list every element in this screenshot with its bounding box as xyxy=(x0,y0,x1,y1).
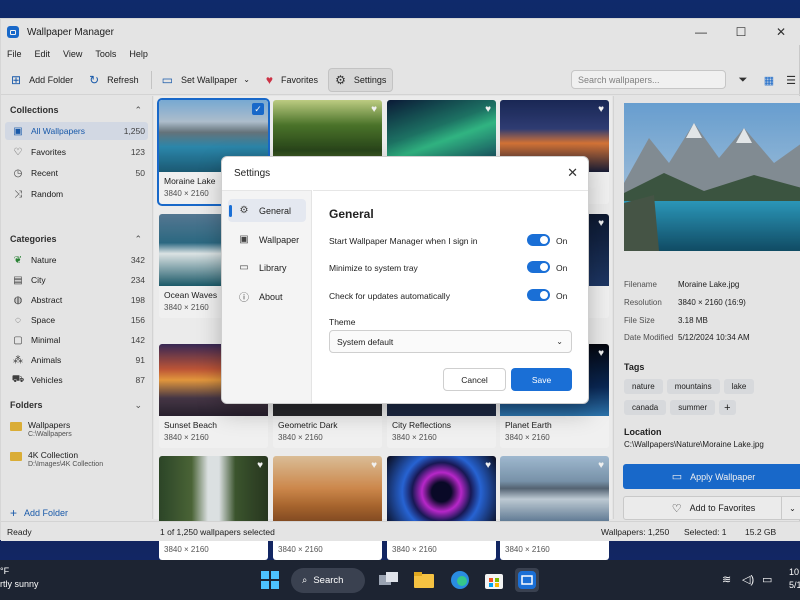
settings-nav: ⚙ General ▣ Wallpaper ▭ Library ⓘ About xyxy=(222,190,312,403)
settings-content: General Start Wallpaper Manager when I s… xyxy=(313,190,588,403)
settings-heading: General xyxy=(329,207,374,221)
wallpaper-resolution: 3840 × 2160 xyxy=(278,545,323,554)
battery-icon[interactable]: ▭ xyxy=(762,573,772,586)
edge-browser-icon[interactable] xyxy=(448,568,472,592)
wifi-icon[interactable]: ≋ xyxy=(722,573,731,586)
option-minimize-to-tray-label: Minimize to system tray xyxy=(329,263,418,273)
wallpaper-resolution: 3840 × 2160 xyxy=(505,545,550,554)
option-minimize-to-tray-toggle[interactable] xyxy=(527,261,550,273)
nav-item-label: Library xyxy=(259,262,287,273)
weather-widget[interactable]: °F rtly sunny xyxy=(0,565,39,591)
dialog-title: Settings xyxy=(234,168,271,179)
toggle-state: On xyxy=(556,263,568,273)
info-icon: ⓘ xyxy=(239,293,249,304)
search-icon: ⌕ xyxy=(302,575,308,586)
start-button[interactable] xyxy=(258,568,282,592)
nav-item-label: General xyxy=(259,205,292,216)
weather-desc: rtly sunny xyxy=(0,579,39,589)
wallpaper-resolution: 3840 × 2160 xyxy=(164,545,209,554)
wallpaper-resolution: 3840 × 2160 xyxy=(392,545,437,554)
option-check-updates-toggle[interactable] xyxy=(527,289,550,301)
weather-temp: °F xyxy=(0,566,10,576)
image-icon: ▣ xyxy=(239,234,249,245)
nav-item-about[interactable]: ⓘ About xyxy=(228,285,306,308)
toggle-state: On xyxy=(556,291,568,301)
option-check-updates-label: Check for updates automatically xyxy=(329,291,450,301)
theme-label: Theme xyxy=(329,317,356,327)
option-start-on-signin-toggle[interactable] xyxy=(527,234,550,246)
save-button[interactable]: Save xyxy=(511,368,572,391)
system-clock[interactable]: 10 5/1 xyxy=(789,566,800,592)
volume-icon[interactable]: ◁) xyxy=(742,573,754,586)
wallpaper-manager-taskbar-icon[interactable] xyxy=(515,568,539,592)
gear-icon: ⚙ xyxy=(239,205,249,216)
option-start-on-signin-label: Start Wallpaper Manager when I sign in xyxy=(329,236,478,246)
nav-item-wallpaper[interactable]: ▣ Wallpaper xyxy=(228,228,306,251)
cancel-button[interactable]: Cancel xyxy=(443,368,506,391)
task-view-icon[interactable] xyxy=(377,568,401,592)
store-icon[interactable] xyxy=(482,568,506,592)
theme-select[interactable]: System default ⌄ xyxy=(329,330,572,353)
clock-date: 5/1 xyxy=(789,580,800,590)
nav-item-general[interactable]: ⚙ General xyxy=(228,199,306,222)
clock-time: 10 xyxy=(789,567,800,577)
nav-item-library[interactable]: ▭ Library xyxy=(228,256,306,279)
file-explorer-icon[interactable] xyxy=(412,568,436,592)
taskbar-search[interactable]: ⌕ Search xyxy=(291,568,365,593)
toggle-state: On xyxy=(556,236,568,246)
settings-dialog: Settings ✕ ⚙ General ▣ Wallpaper ▭ Libra… xyxy=(221,156,589,404)
nav-item-label: Wallpaper xyxy=(259,234,300,245)
chevron-down-icon: ⌄ xyxy=(556,337,563,346)
taskbar-search-label: Search xyxy=(313,575,344,586)
dialog-close-button[interactable]: ✕ xyxy=(567,165,578,181)
nav-item-label: About xyxy=(259,291,283,302)
folder-icon: ▭ xyxy=(239,262,249,273)
theme-select-value: System default xyxy=(337,336,394,347)
